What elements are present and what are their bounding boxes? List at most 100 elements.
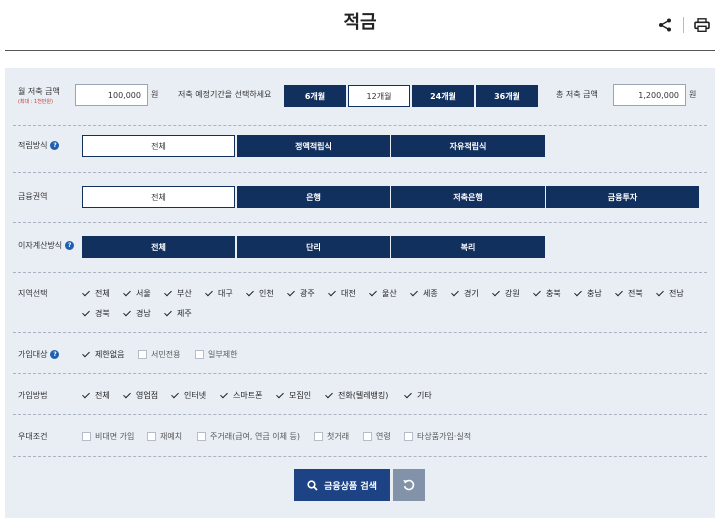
header-actions xyxy=(653,14,714,36)
target-check-partial[interactable]: 일부제한 xyxy=(195,349,237,360)
target-check-label: 제한없음 xyxy=(95,350,125,359)
monthly-amount-input[interactable] xyxy=(75,84,148,106)
region-check-jeonnam[interactable]: 전남 xyxy=(656,288,684,299)
region-check-incheon[interactable]: 인천 xyxy=(246,288,274,299)
join-check-internet[interactable]: 인터넷 xyxy=(171,390,206,401)
pref-check-redeposit[interactable]: 재예치 xyxy=(147,431,182,442)
region-check-gyeongbuk[interactable]: 경북 xyxy=(82,308,110,319)
join-check-label: 영업점 xyxy=(136,391,159,400)
interest-all-button[interactable]: 전체 xyxy=(82,236,235,258)
region-check-jeonbuk[interactable]: 전북 xyxy=(615,288,643,299)
checkmark-icon xyxy=(325,391,334,400)
join-check-branch[interactable]: 영업점 xyxy=(123,390,158,401)
target-check-label: 일부제한 xyxy=(208,350,238,359)
help-icon[interactable]: ? xyxy=(65,241,75,250)
join-check-label: 스마트폰 xyxy=(233,391,263,400)
checkmark-icon xyxy=(615,289,624,298)
method-fixed-button[interactable]: 정액적립식 xyxy=(237,135,390,157)
total-amount-input[interactable] xyxy=(613,84,686,106)
checkmark-icon xyxy=(287,289,296,298)
region-check-label: 제주 xyxy=(177,309,192,318)
sector-all-button[interactable]: 전체 xyxy=(82,186,235,208)
region-check-label: 경기 xyxy=(464,289,479,298)
region-check-gyeonggi[interactable]: 경기 xyxy=(451,288,479,299)
region-check-all[interactable]: 전체 xyxy=(82,288,110,299)
method-all-button[interactable]: 전체 xyxy=(82,135,235,157)
checkmark-icon xyxy=(220,391,229,400)
region-check-gangwon[interactable]: 강원 xyxy=(492,288,520,299)
divider xyxy=(13,222,707,223)
icon-separator xyxy=(683,17,684,33)
period-6-button[interactable]: 6개월 xyxy=(284,85,346,107)
join-check-smartphone[interactable]: 스마트폰 xyxy=(220,390,262,401)
region-check-label: 대구 xyxy=(218,289,233,298)
period-12-button[interactable]: 12개월 xyxy=(348,85,410,107)
preference-label: 우대조건 xyxy=(18,432,48,441)
method-label-text: 적립방식 xyxy=(18,141,48,150)
pref-check-main-bank[interactable]: 주거래(급여, 연금 이체 등) xyxy=(197,431,300,442)
join-check-all[interactable]: 전체 xyxy=(82,390,110,401)
interest-compound-button[interactable]: 복리 xyxy=(391,236,545,258)
join-check-other[interactable]: 기타 xyxy=(404,390,432,401)
method-free-button[interactable]: 자유적립식 xyxy=(391,135,545,157)
region-check-gwangju[interactable]: 광주 xyxy=(287,288,315,299)
sector-label: 금융권역 xyxy=(18,192,48,201)
search-button[interactable]: 금융상품 검색 xyxy=(294,469,390,501)
region-check-daejeon[interactable]: 대전 xyxy=(328,288,356,299)
region-check-label: 전북 xyxy=(628,289,643,298)
region-check-chungnam[interactable]: 충남 xyxy=(574,288,602,299)
checkmark-icon xyxy=(164,289,173,298)
region-check-jeju[interactable]: 제주 xyxy=(164,308,192,319)
interest-label: 이자계산방식? xyxy=(18,240,75,251)
checkmark-icon xyxy=(123,289,132,298)
search-panel: 월 저축 금액 (최대 : 1천만원) 원 저축 예정기간을 선택하세요 6개월… xyxy=(5,68,715,518)
page-header: 적금 xyxy=(0,0,720,52)
target-check-unrestricted[interactable]: 제한없음 xyxy=(82,349,124,360)
pref-check-label: 주거래(급여, 연금 이체 등) xyxy=(210,432,301,441)
pref-check-age[interactable]: 연령 xyxy=(363,431,391,442)
join-check-label: 전화(텔레뱅킹) xyxy=(338,391,389,400)
method-label: 적립방식? xyxy=(18,140,60,151)
sector-investment-button[interactable]: 금융투자 xyxy=(546,186,699,208)
region-check-busan[interactable]: 부산 xyxy=(164,288,192,299)
divider xyxy=(13,414,707,415)
sector-savings-bank-button[interactable]: 저축은행 xyxy=(391,186,545,208)
period-36-button[interactable]: 36개월 xyxy=(476,85,538,107)
target-check-low-income[interactable]: 서민전용 xyxy=(138,349,180,360)
region-check-gyeongnam[interactable]: 경남 xyxy=(123,308,151,319)
pref-check-other-product[interactable]: 타상품가입·실적 xyxy=(404,431,471,442)
region-check-seoul[interactable]: 서울 xyxy=(123,288,151,299)
join-check-label: 기타 xyxy=(417,391,432,400)
checkbox-icon xyxy=(314,432,323,441)
region-check-chungbuk[interactable]: 충북 xyxy=(533,288,561,299)
target-label: 가입대상? xyxy=(18,349,60,360)
checkmark-icon xyxy=(82,391,91,400)
period-24-button[interactable]: 24개월 xyxy=(412,85,474,107)
pref-check-label: 재예치 xyxy=(160,432,183,441)
print-icon[interactable] xyxy=(690,14,714,36)
interest-simple-button[interactable]: 단리 xyxy=(237,236,390,258)
sector-bank-button[interactable]: 은행 xyxy=(237,186,390,208)
checkmark-icon xyxy=(410,289,419,298)
checkmark-icon xyxy=(171,391,180,400)
help-icon[interactable]: ? xyxy=(50,350,60,359)
join-check-phone[interactable]: 전화(텔레뱅킹) xyxy=(325,390,388,401)
region-check-ulsan[interactable]: 울산 xyxy=(369,288,397,299)
pref-check-first[interactable]: 첫거래 xyxy=(314,431,349,442)
checkmark-icon xyxy=(404,391,413,400)
checkmark-icon xyxy=(82,350,91,359)
region-label: 지역선택 xyxy=(18,289,48,298)
region-check-daegu[interactable]: 대구 xyxy=(205,288,233,299)
region-check-label: 서울 xyxy=(136,289,151,298)
region-check-label: 울산 xyxy=(382,289,397,298)
region-check-sejong[interactable]: 세종 xyxy=(410,288,438,299)
checkmark-icon xyxy=(492,289,501,298)
checkmark-icon xyxy=(82,289,91,298)
join-check-agent[interactable]: 모집인 xyxy=(276,390,311,401)
share-icon[interactable] xyxy=(653,14,677,36)
reset-button[interactable] xyxy=(393,469,425,501)
help-icon[interactable]: ? xyxy=(50,141,60,150)
pref-check-untact[interactable]: 비대면 가입 xyxy=(82,431,134,442)
monthly-amount-limit: (최대 : 1천만원) xyxy=(18,99,53,105)
join-method-label: 가입방법 xyxy=(18,391,48,400)
